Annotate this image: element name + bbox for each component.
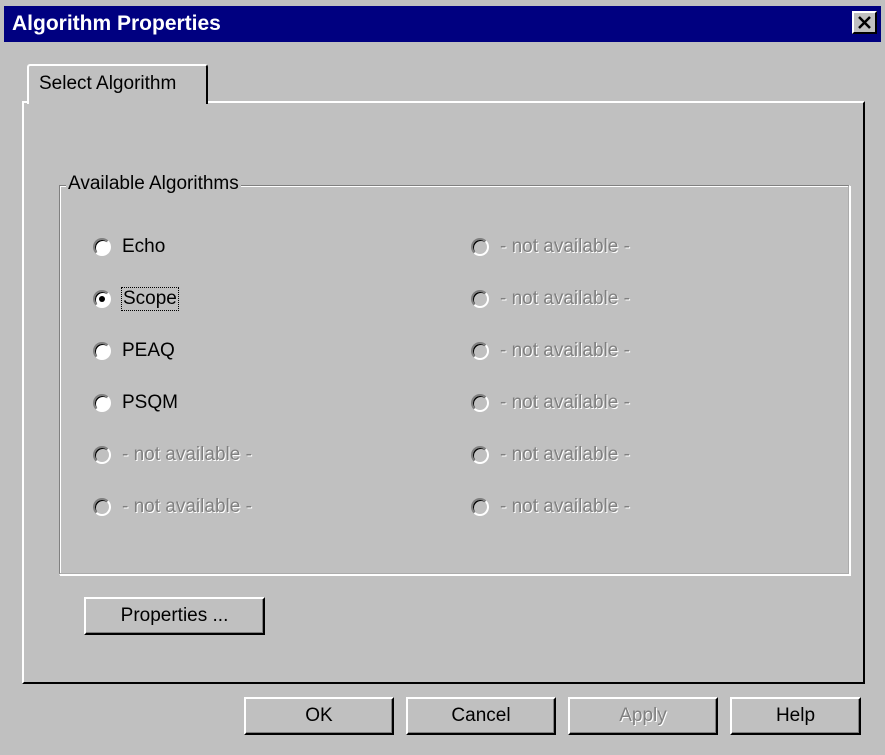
radio-not-available-right-3: - not available - [471,340,630,362]
help-button[interactable]: Help [730,697,861,735]
radio-scope[interactable]: Scope [93,287,179,311]
tab-label: Select Algorithm [39,73,177,94]
radio-button-icon [93,446,111,464]
radio-button-icon[interactable] [93,238,111,256]
radio-label: Scope [121,287,179,311]
radio-button-icon [471,394,489,412]
close-icon [858,16,871,29]
radio-label: - not available - [122,444,252,465]
radio-label: PSQM [122,392,178,413]
properties-button-label: Properties ... [120,605,229,626]
group-title: Available Algorithms [66,173,241,195]
radio-label: PEAQ [122,340,175,361]
algorithm-properties-dialog: Algorithm Properties Select Algorithm Av… [0,0,885,755]
radio-button-icon[interactable] [93,394,111,412]
radio-button-icon [93,498,111,516]
ok-button-label: OK [305,705,333,726]
radio-not-available-right-5: - not available - [471,444,630,466]
radio-label: - not available - [122,496,252,517]
radio-not-available-left-5: - not available - [93,444,252,466]
radio-button-icon[interactable] [93,290,111,308]
radio-peaq[interactable]: PEAQ [93,340,175,362]
radio-button-icon [471,290,489,308]
properties-button[interactable]: Properties ... [84,597,265,635]
tab-panel: Available Algorithms Echo Scope PEAQ PSQ… [22,101,865,684]
radio-label: - not available - [500,340,630,361]
radio-label: - not available - [500,236,630,257]
radio-button-icon [471,446,489,464]
available-algorithms-group: Available Algorithms Echo Scope PEAQ PSQ… [59,173,850,575]
apply-button-label: Apply [619,705,667,726]
radio-not-available-right-6: - not available - [471,496,630,518]
close-button[interactable] [852,11,877,34]
radio-not-available-right-4: - not available - [471,392,630,414]
radio-not-available-right-2: - not available - [471,288,630,310]
radio-echo[interactable]: Echo [93,236,165,258]
radio-button-icon [471,342,489,360]
radio-button-icon [471,498,489,516]
cancel-button-label: Cancel [451,705,511,726]
radio-not-available-right-1: - not available - [471,236,630,258]
tab-select-algorithm[interactable]: Select Algorithm [27,64,208,104]
radio-button-icon[interactable] [93,342,111,360]
radio-label: - not available - [500,288,630,309]
radio-label: - not available - [500,392,630,413]
radio-button-icon [471,238,489,256]
help-button-label: Help [775,705,816,726]
radio-label: - not available - [500,444,630,465]
window-title: Algorithm Properties [12,12,221,35]
radio-psqm[interactable]: PSQM [93,392,178,414]
ok-button[interactable]: OK [244,697,394,735]
radio-not-available-left-6: - not available - [93,496,252,518]
apply-button: Apply [568,697,718,735]
title-bar[interactable]: Algorithm Properties [4,6,881,42]
cancel-button[interactable]: Cancel [406,697,556,735]
radio-label: - not available - [500,496,630,517]
radio-selected-dot [99,296,105,302]
radio-label: Echo [122,236,166,257]
